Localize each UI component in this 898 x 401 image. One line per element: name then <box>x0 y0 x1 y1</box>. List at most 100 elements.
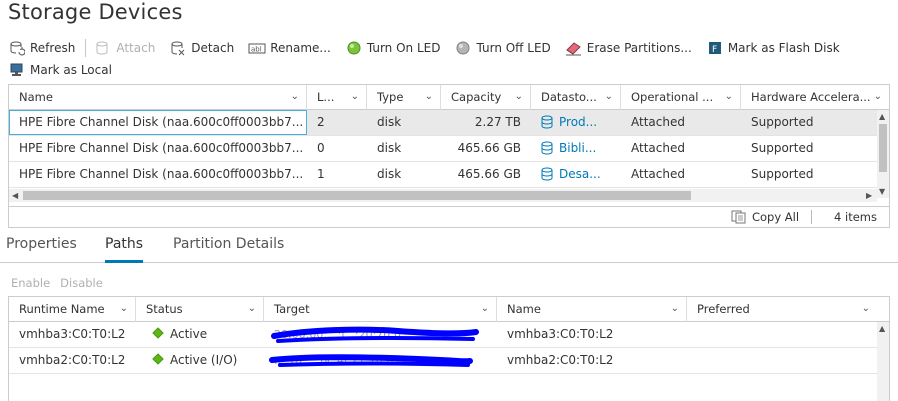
status-text: Active <box>170 327 208 341</box>
copy-all-button[interactable]: Copy All <box>731 210 799 224</box>
status-active-icon <box>152 327 164 339</box>
table-row[interactable]: HPE Fibre Channel Disk (naa.600c0ff0003b… <box>9 136 877 162</box>
datastore-link[interactable]: Bibli... <box>559 141 596 155</box>
grid-header: Runtime Name ⌄ Status ⌄ Target ⌄ Name ⌄ Pref… <box>9 297 889 322</box>
cell-datastore[interactable]: Prod... <box>531 110 621 135</box>
cell-hardware-acceleration: Supported <box>751 167 814 181</box>
column-header-capacity[interactable]: Capacity ⌄ <box>441 85 531 110</box>
tab-properties[interactable]: Properties <box>6 236 77 263</box>
cell-name: HPE Fibre Channel Disk (naa.600c0ff0003b… <box>19 167 304 181</box>
detach-icon <box>169 40 187 56</box>
datastore-icon <box>541 113 553 135</box>
mark-as-local-button[interactable]: Mark as Local <box>8 62 112 78</box>
datastore-link[interactable]: Desa... <box>559 167 601 181</box>
cell-hardware-acceleration: Supported <box>751 141 814 155</box>
attach-button[interactable]: Attach <box>94 40 155 56</box>
disable-button[interactable]: Disable <box>60 276 103 290</box>
enable-button[interactable]: Enable <box>11 276 50 290</box>
toolbar-divider <box>85 39 87 57</box>
vertical-scrollbar[interactable]: ▲ ▼ <box>877 110 889 198</box>
chevron-down-icon: ⌄ <box>119 303 128 314</box>
cell-datastore[interactable]: Bibli... <box>531 136 621 161</box>
copy-all-label: Copy All <box>751 210 800 224</box>
scroll-up-icon[interactable]: ▲ <box>879 112 885 122</box>
mark-flash-disk-button[interactable]: F Mark as Flash Disk <box>706 40 840 56</box>
cell-capacity: 2.27 TB <box>474 115 521 129</box>
footer-divider <box>811 210 813 224</box>
refresh-button[interactable]: Refresh <box>8 40 75 56</box>
column-label: Runtime Name <box>19 302 105 316</box>
column-header-runtime-name[interactable]: Runtime Name ⌄ <box>9 297 136 322</box>
cell-type: disk <box>377 167 402 181</box>
column-header-name[interactable]: Name ⌄ <box>9 85 307 110</box>
grid-footer: Copy All 4 items <box>8 206 890 228</box>
cell-lun: 2 <box>317 115 325 129</box>
column-label: Status <box>146 302 183 316</box>
scroll-right-icon[interactable]: ▶ <box>866 191 872 201</box>
chevron-down-icon: ⌄ <box>604 91 613 102</box>
rename-button[interactable]: abl Rename... <box>248 40 331 56</box>
datastore-icon <box>541 165 553 187</box>
grid-header: Name ⌄ L... ⌄ Type ⌄ Capacity ⌄ Datasto... ⌄ … <box>9 85 889 110</box>
copy-icon <box>731 210 747 224</box>
tab-paths[interactable]: Paths <box>105 236 144 263</box>
column-header-type[interactable]: Type ⌄ <box>367 85 441 110</box>
chevron-down-icon: ⌄ <box>350 91 359 102</box>
cell-name: HPE Fibre Channel Disk (naa.600c0ff0003b… <box>19 141 304 155</box>
column-header-target[interactable]: Target ⌄ <box>264 297 497 322</box>
column-label: Type <box>377 90 404 104</box>
column-label: Datasto... <box>541 90 597 104</box>
table-row[interactable]: HPE Fibre Channel Disk (naa.600c0ff0003b… <box>9 162 877 188</box>
toolbar: Refresh Attach Detach abl Rename... Turn <box>8 37 888 81</box>
detach-label: Detach <box>191 41 235 55</box>
column-label: Capacity <box>451 90 502 104</box>
cell-operational-state: Attached <box>631 167 685 181</box>
datastore-link[interactable]: Prod... <box>559 115 597 129</box>
erase-partitions-button[interactable]: Erase Partitions... <box>565 40 692 56</box>
chevron-down-icon: ⌄ <box>290 91 299 102</box>
cell-status: Active <box>136 322 264 347</box>
led-off-icon <box>454 40 472 56</box>
tab-partition-details[interactable]: Partition Details <box>173 236 284 263</box>
scroll-left-icon[interactable]: ◀ <box>12 191 18 201</box>
turn-off-led-button[interactable]: Turn Off LED <box>454 40 551 56</box>
cell-status: Active (I/O) <box>136 348 264 373</box>
cell-path-name: vmhba3:C0:T0:L2 <box>507 327 614 341</box>
table-row[interactable]: HPE Fibre Channel Disk (naa.600c0ff0003b… <box>9 110 877 136</box>
turn-on-led-button[interactable]: Turn On LED <box>345 40 440 56</box>
cell-hardware-acceleration: Supported <box>751 115 814 129</box>
cell-runtime-name: vmhba2:C0:T0:L2 <box>19 353 126 367</box>
detach-button[interactable]: Detach <box>169 40 234 56</box>
chevron-down-icon: ⌄ <box>873 91 882 102</box>
led-on-icon <box>345 40 363 56</box>
cell-operational-state: Attached <box>631 141 685 155</box>
cell-name: HPE Fibre Channel Disk (naa.600c0ff0003b… <box>9 110 307 135</box>
vertical-scrollbar[interactable]: ▲ <box>877 322 889 401</box>
chevron-down-icon: ⌄ <box>724 91 733 102</box>
cell-capacity: 465.66 GB <box>457 141 521 155</box>
column-header-lun[interactable]: L... ⌄ <box>307 85 367 110</box>
column-header-preferred[interactable]: Preferred ⌄ <box>687 297 877 322</box>
scrollbar-thumb[interactable] <box>879 124 887 172</box>
cell-datastore[interactable]: Desa... <box>531 162 621 187</box>
cell-capacity: 465.66 GB <box>457 167 521 181</box>
column-header-datastore[interactable]: Datasto... ⌄ <box>531 85 621 110</box>
chevron-down-icon: ⌄ <box>247 303 256 314</box>
scroll-up-icon[interactable]: ▲ <box>879 324 885 334</box>
column-label: L... <box>317 90 335 104</box>
refresh-icon <box>8 40 26 56</box>
cell-type: disk <box>377 115 402 129</box>
cell-type: disk <box>377 141 402 155</box>
scrollbar-thumb[interactable] <box>23 191 691 200</box>
scroll-down-icon[interactable]: ▼ <box>879 187 885 197</box>
column-header-hardware-acceleration[interactable]: Hardware Accelera... ⌄ <box>741 85 889 110</box>
cell-runtime-name: vmhba3:C0:T0:L2 <box>19 327 126 341</box>
horizontal-scrollbar[interactable]: ◀ ▶ <box>9 189 877 202</box>
rename-label: Rename... <box>270 41 331 55</box>
column-header-status[interactable]: Status ⌄ <box>136 297 264 322</box>
eraser-icon <box>565 40 583 56</box>
column-header-operational-state[interactable]: Operational ... ⌄ <box>621 85 741 110</box>
column-header-name[interactable]: Name ⌄ <box>497 297 687 322</box>
attach-icon <box>94 40 112 56</box>
detail-tabs: Properties Paths Partition Details <box>0 232 898 263</box>
